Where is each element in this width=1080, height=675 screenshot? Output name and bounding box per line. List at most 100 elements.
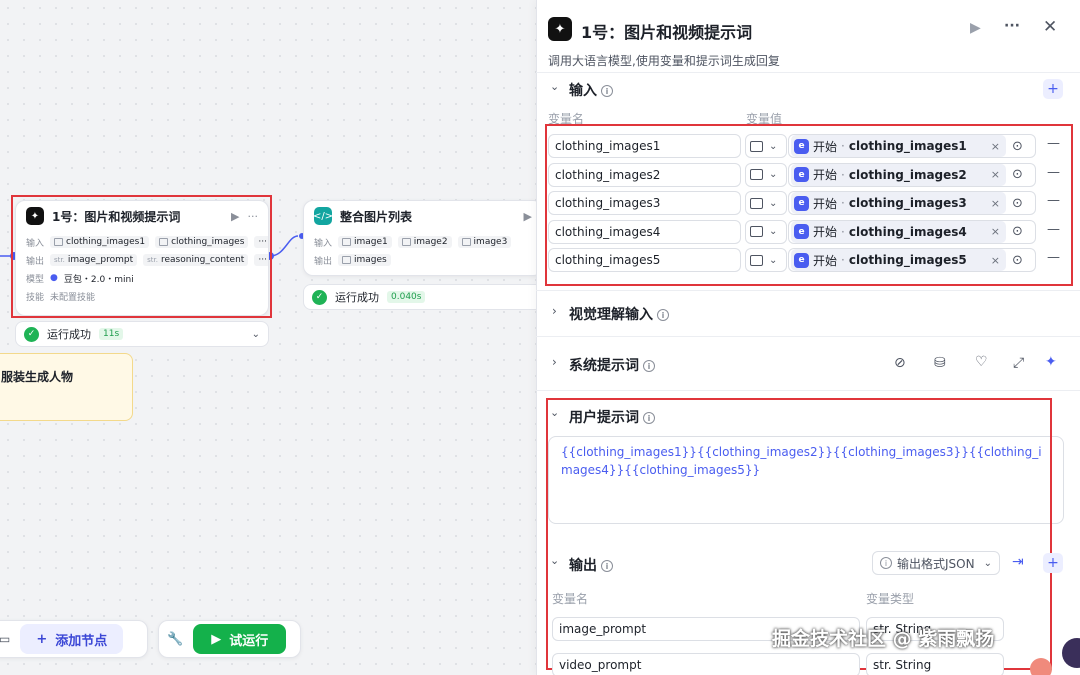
info-icon: i [601,560,613,572]
more-chip[interactable]: ··· [254,236,268,248]
var-ref-select[interactable]: e 开始 · clothing_images5 × ⊙ [788,248,1036,273]
remove-input-button[interactable]: — [1047,193,1060,208]
image-icon [54,238,64,246]
run-node-icon[interactable]: ▶ [524,210,532,223]
image-icon [750,140,763,152]
image-icon [750,197,763,209]
output-type-select[interactable]: str. String [866,653,1004,675]
output-name-field[interactable]: video_prompt [552,653,860,675]
divider [536,72,1080,73]
target-icon[interactable]: ⊙ [1012,253,1023,268]
llm-node[interactable]: ✦ 1号：图片和视频提示词 ▶ ··· 输入 clothing_images1 … [15,200,269,316]
vision-section-title[interactable]: 视觉理解输入 i [569,304,669,324]
var-type-select[interactable]: ⌄ [745,219,787,244]
lightbulb-icon[interactable]: ♡ [975,354,988,370]
image-icon [750,226,763,238]
note-text: 服装生成人物 [1,370,74,384]
import-icon[interactable]: ⇥ [1012,554,1024,570]
input-var-name[interactable]: clothing_images4 [548,219,741,244]
var-ref-select[interactable]: e 开始 · clothing_images2 × ⊙ [788,162,1036,187]
test-run-button[interactable]: ▶ 试运行 [193,624,287,654]
screen-icon[interactable]: ▭ [0,632,10,646]
chevron-down-icon: ⌄ [983,557,992,569]
more-chip[interactable]: ··· [254,254,268,266]
library-icon[interactable]: ⛁ [934,355,946,371]
llm-node-icon: ✦ [26,207,44,225]
chevron-down-icon[interactable]: ⌄ [550,406,559,419]
col-value-label: 变量值 [746,112,783,126]
user-prompt-editor[interactable]: {{clothing_images1}}{{clothing_images2}}… [548,436,1064,524]
node-config-panel [536,0,1080,675]
var-ref-select[interactable]: e 开始 · clothing_images3 × ⊙ [788,191,1036,216]
image-icon [750,169,763,181]
node1-status[interactable]: ✓ 运行成功 11s ⌄ [15,321,269,347]
check-icon: ✓ [24,326,39,342]
input-var-name[interactable]: clothing_images1 [548,134,741,158]
clear-icon[interactable]: × [991,197,1000,210]
input-chip: clothing_images1 [50,236,150,248]
var-ref-select[interactable]: e 开始 · clothing_images4 × ⊙ [788,219,1036,244]
start-node-icon: e [794,138,809,154]
clear-icon[interactable]: × [991,254,1000,267]
node2-status[interactable]: ✓ 运行成功 0.040s [303,284,543,310]
remove-input-button[interactable]: — [1047,136,1060,151]
target-icon[interactable]: ⊙ [1012,167,1023,182]
plus-icon: + [36,631,48,647]
input-var-name[interactable]: clothing_images2 [548,162,741,187]
expand-icon[interactable]: ⤢ [1013,355,1024,371]
var-type-select[interactable]: ⌄ [745,134,787,158]
compass-icon[interactable]: ⊘ [894,355,906,371]
target-icon[interactable]: ⊙ [1012,196,1023,211]
target-icon[interactable]: ⊙ [1012,224,1023,239]
input-var-name[interactable]: clothing_images3 [548,191,741,216]
chevron-down-icon: ⌄ [769,140,778,152]
llm-node-title: 1号：图片和视频提示词 [52,209,181,224]
run-node-icon[interactable]: ▶ [970,20,981,36]
clear-icon[interactable]: × [991,140,1000,153]
chevron-right-icon[interactable]: › [552,304,557,318]
add-node-button[interactable]: + 添加节点 [20,624,124,654]
input-label: 输入 [314,238,333,249]
chevron-right-icon[interactable]: › [552,355,557,369]
chevron-down-icon: ⌄ [769,254,778,266]
start-node-icon: e [794,167,809,183]
panel-title: 1号：图片和视频提示词 [581,23,753,42]
target-icon[interactable]: ⊙ [1012,139,1023,154]
chevron-down-icon[interactable]: ⌄ [550,554,559,567]
sparkle-icon[interactable]: ✦ [1045,354,1057,370]
start-node-icon: e [794,195,809,211]
chevron-down-icon[interactable]: ⌄ [550,80,559,93]
left-toolbar: ▭ + 添加节点 [0,620,148,658]
clear-icon[interactable]: × [991,168,1000,181]
system-section-title[interactable]: 系统提示词 i [569,355,655,375]
status-text: 运行成功 [335,291,379,304]
chevron-down-icon[interactable]: ⌄ [252,329,260,340]
var-type-select[interactable]: ⌄ [745,162,787,187]
var-type-select[interactable]: ⌄ [745,191,787,216]
input-var-name[interactable]: clothing_images5 [548,248,741,273]
add-input-button[interactable]: + [1043,79,1063,99]
output-section-title: 输出 i [569,555,613,575]
var-ref-select[interactable]: e 开始 · clothing_images1 × ⊙ [788,134,1036,158]
add-output-button[interactable]: + [1043,553,1063,573]
remove-input-button[interactable]: — [1047,222,1060,237]
output-chip: images [338,254,391,266]
merge-images-node[interactable]: </> 整合图片列表 ▶ 输入 image1 image2 image3 输出 … [303,200,543,276]
output-format-select[interactable]: i 输出格式JSON ⌄ [872,551,1000,575]
wrench-icon[interactable]: 🔧 [167,632,183,647]
duration-badge: 11s [99,328,124,340]
remove-input-button[interactable]: — [1047,250,1060,265]
divider [536,336,1080,337]
run-node-icon[interactable]: ▶ [231,210,239,223]
model-value: 豆包・2.0・mini [63,274,134,285]
more-icon[interactable]: ··· [1004,18,1020,34]
var-type-select[interactable]: ⌄ [745,248,787,273]
close-icon[interactable]: ✕ [1043,17,1057,37]
more-icon[interactable]: ··· [248,210,259,223]
remove-input-button[interactable]: — [1047,165,1060,180]
note-card[interactable]: 服装生成人物 [0,353,133,421]
info-icon: i [643,412,655,424]
skill-label: 技能 [26,292,45,303]
clear-icon[interactable]: × [991,225,1000,238]
input-chip: image3 [457,236,512,248]
